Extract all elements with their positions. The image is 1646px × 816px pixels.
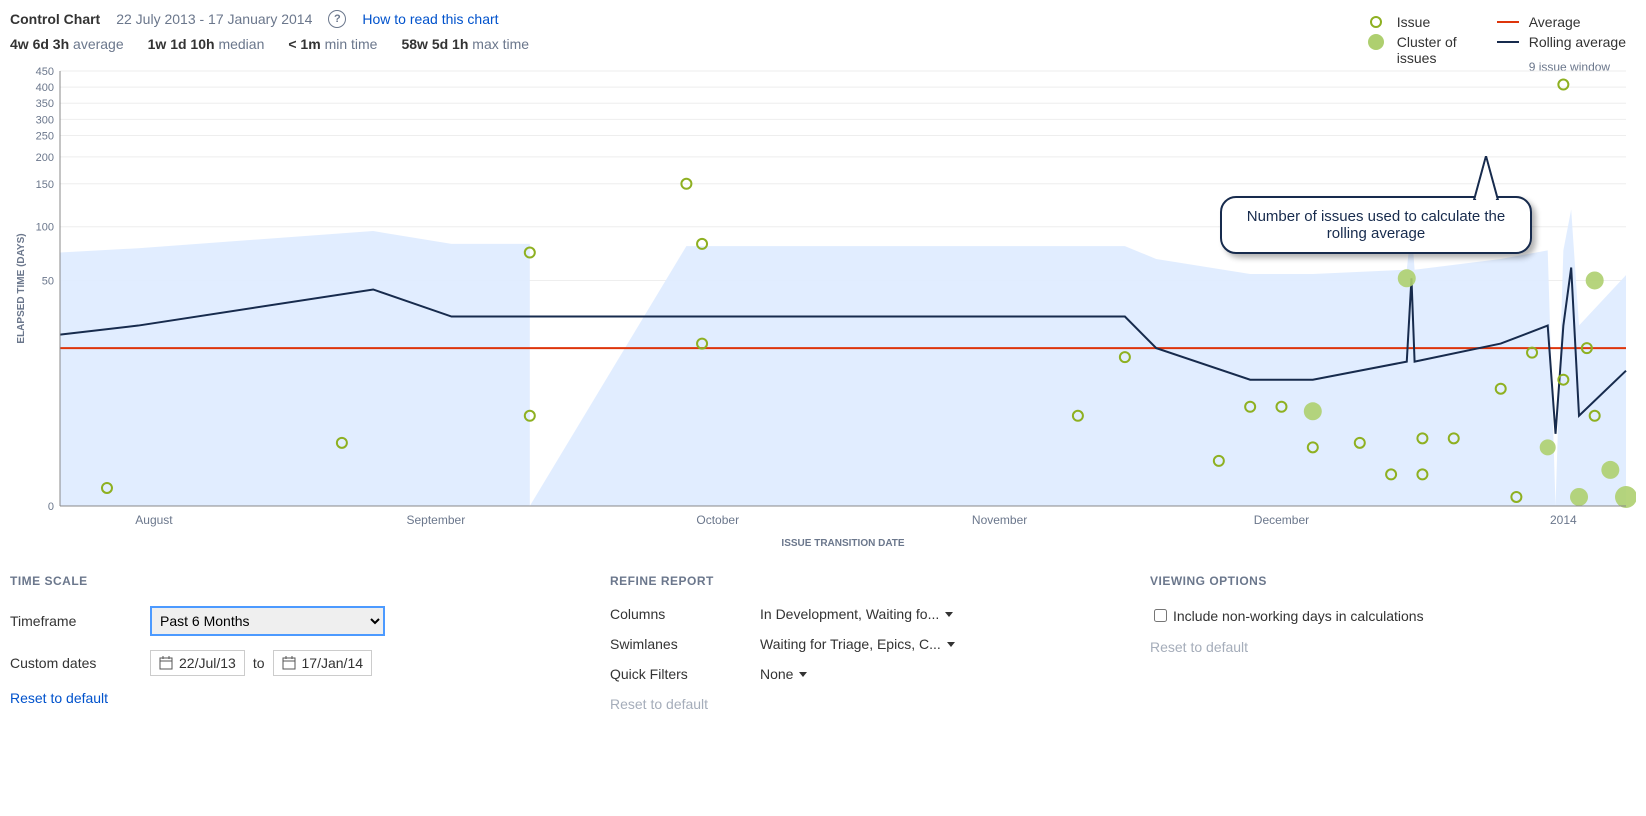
- stat-max: 58w 5d 1h max time: [401, 36, 529, 52]
- include-nonworking-label: Include non-working days in calculations: [1173, 608, 1424, 624]
- svg-text:250: 250: [36, 130, 54, 142]
- reset-refine-link: Reset to default: [610, 696, 708, 712]
- svg-text:400: 400: [36, 82, 54, 94]
- svg-text:200: 200: [36, 152, 54, 164]
- calendar-icon: [282, 656, 296, 670]
- columns-label: Columns: [610, 606, 760, 622]
- calendar-icon: [159, 656, 173, 670]
- svg-text:December: December: [1254, 513, 1309, 527]
- chart-plot-area[interactable]: 0 50 100 150 200 250 300 350 400 450 ELAPSED TIME …: [10, 66, 1636, 556]
- refine-title: REFINE REPORT: [610, 574, 1070, 588]
- legend-rolling-label: Rolling average: [1529, 34, 1626, 50]
- to-label: to: [253, 655, 265, 671]
- svg-text:August: August: [135, 513, 173, 527]
- help-link[interactable]: How to read this chart: [362, 11, 498, 27]
- reset-viewing-link: Reset to default: [1150, 639, 1248, 655]
- viewing-title: VIEWING OPTIONS: [1150, 574, 1424, 588]
- date-from-input[interactable]: 22/Jul/13: [150, 650, 245, 676]
- legend-issue-label: Issue: [1397, 14, 1430, 30]
- stat-min: < 1m min time: [288, 36, 377, 52]
- chevron-down-icon: [799, 672, 807, 677]
- svg-text:November: November: [972, 513, 1027, 527]
- legend-issue: Issue: [1365, 14, 1457, 30]
- svg-text:100: 100: [36, 222, 54, 234]
- svg-text:50: 50: [42, 275, 54, 287]
- refine-col: REFINE REPORT Columns In Development, Wa…: [610, 574, 1070, 726]
- chevron-down-icon: [947, 642, 955, 647]
- svg-text:350: 350: [36, 98, 54, 110]
- control-chart-svg[interactable]: 0 50 100 150 200 250 300 350 400 450 ELAPSED TIME …: [10, 66, 1636, 556]
- callout-text: Number of issues used to calculate the r…: [1247, 208, 1505, 242]
- svg-text:2014: 2014: [1550, 513, 1577, 527]
- time-scale-title: TIME SCALE: [10, 574, 530, 588]
- svg-text:300: 300: [36, 114, 54, 126]
- svg-text:150: 150: [36, 179, 54, 191]
- stat-median: 1w 1d 10h median: [148, 36, 265, 52]
- swimlanes-dropdown[interactable]: Waiting for Triage, Epics, C...: [760, 636, 955, 652]
- swimlanes-label: Swimlanes: [610, 636, 760, 652]
- chart-legend: Issue Average Cluster of issues Rolling …: [1365, 14, 1626, 74]
- svg-text:September: September: [406, 513, 465, 527]
- legend-cluster-label: Cluster of issues: [1397, 34, 1457, 66]
- viewing-col: VIEWING OPTIONS Include non-working days…: [1150, 574, 1424, 726]
- date-range: 22 July 2013 - 17 January 2014: [116, 11, 312, 27]
- timeframe-label: Timeframe: [10, 613, 150, 629]
- legend-average: Average: [1497, 14, 1626, 30]
- legend-average-label: Average: [1529, 14, 1581, 30]
- svg-text:ISSUE TRANSITION DATE: ISSUE TRANSITION DATE: [781, 538, 904, 549]
- chart-header: Control Chart 22 July 2013 - 17 January …: [0, 0, 1646, 32]
- chart-title: Control Chart: [10, 11, 100, 27]
- svg-text:450: 450: [36, 66, 54, 78]
- quickfilters-label: Quick Filters: [610, 666, 760, 682]
- timeframe-select[interactable]: Past 6 Months: [150, 606, 385, 636]
- svg-text:0: 0: [48, 501, 54, 513]
- stat-average: 4w 6d 3h average: [10, 36, 124, 52]
- callout-bubble: Number of issues used to calculate the r…: [1220, 196, 1532, 254]
- quickfilters-dropdown[interactable]: None: [760, 666, 807, 682]
- custom-dates-label: Custom dates: [10, 655, 150, 671]
- time-scale-col: TIME SCALE Timeframe Past 6 Months Custo…: [10, 574, 530, 726]
- chevron-down-icon: [945, 612, 953, 617]
- svg-text:October: October: [696, 513, 739, 527]
- include-nonworking-checkbox[interactable]: [1154, 609, 1167, 622]
- columns-dropdown[interactable]: In Development, Waiting fo...: [760, 606, 953, 622]
- date-to-input[interactable]: 17/Jan/14: [273, 650, 373, 676]
- controls-panel: TIME SCALE Timeframe Past 6 Months Custo…: [0, 566, 1646, 736]
- help-icon[interactable]: ?: [328, 10, 346, 28]
- reset-timescale-link[interactable]: Reset to default: [10, 690, 108, 706]
- svg-text:ELAPSED TIME (DAYS): ELAPSED TIME (DAYS): [16, 233, 27, 343]
